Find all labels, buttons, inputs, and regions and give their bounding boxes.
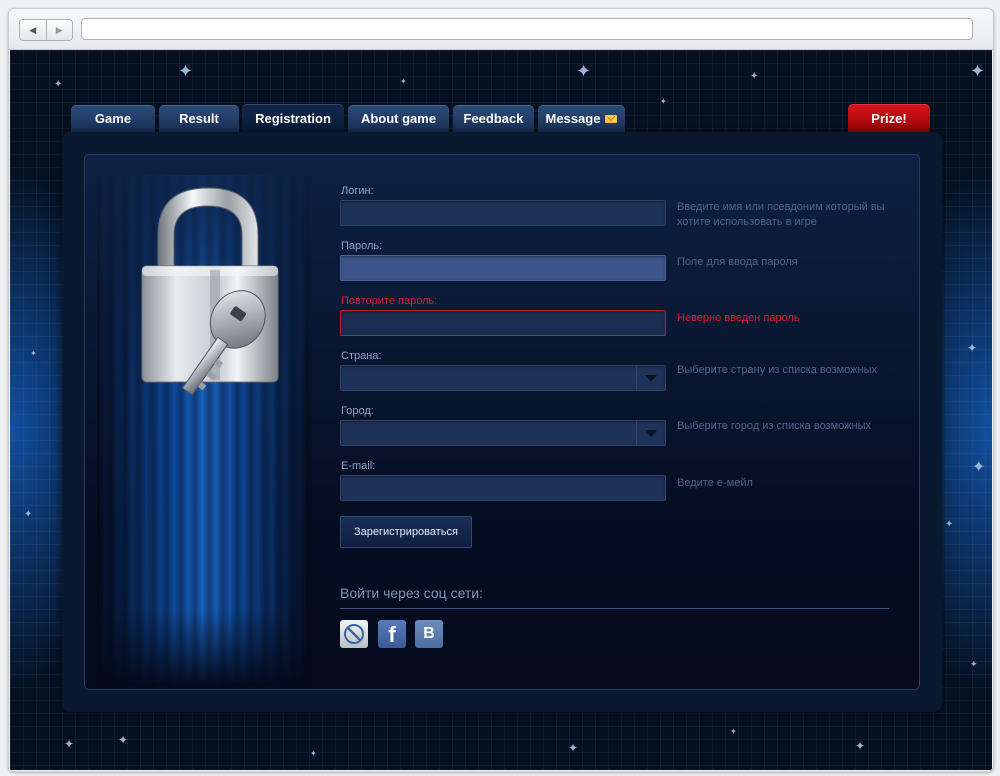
padlock-icon (141, 187, 279, 396)
email-label: E-mail: (341, 460, 376, 472)
facebook-glyph: f (388, 622, 396, 647)
facebook-icon[interactable]: f (378, 620, 406, 648)
password-hint: Поле для ввода пароля (677, 256, 798, 268)
star-icon: ✦ (118, 733, 129, 747)
star-icon: ✦ (855, 739, 866, 753)
country-select[interactable] (340, 365, 666, 391)
login-field[interactable] (340, 200, 666, 226)
browser-toolbar: ◀ ▶ (9, 9, 993, 50)
star-icon: ✦ (970, 659, 978, 669)
livejournal-pencil-icon (344, 624, 364, 644)
tab-feedback[interactable]: Feedback (453, 105, 534, 132)
tab-registration[interactable]: Registration (242, 104, 344, 132)
register-button[interactable]: Зарегистрироваться (340, 516, 472, 548)
mail-icon (605, 114, 618, 123)
tab-prize[interactable]: Prize! (848, 104, 930, 132)
star-icon: ✦ (30, 349, 37, 358)
star-icon: ✦ (972, 459, 986, 476)
livejournal-icon[interactable] (340, 620, 368, 648)
star-icon: ✦ (568, 741, 579, 755)
tab-game[interactable]: Game (71, 105, 155, 132)
password-repeat-label: Повторите пароль: (341, 295, 438, 307)
registration-panel: Логин: Введите имя или псевдоним который… (62, 132, 942, 712)
star-icon: ✦ (660, 97, 667, 106)
back-arrow-icon[interactable]: ◀ (20, 20, 46, 40)
city-select[interactable] (340, 420, 666, 446)
vkontakte-icon[interactable]: B (415, 620, 443, 648)
divider (340, 608, 889, 609)
tab-about-game[interactable]: About game (348, 105, 449, 132)
login-hint: Введите имя или псевдоним который вы хот… (677, 201, 885, 228)
vkontakte-glyph: B (423, 625, 435, 642)
star-icon: ✦ (730, 727, 737, 736)
star-icon: ✦ (970, 61, 986, 81)
chevron-down-icon[interactable] (636, 421, 665, 445)
password-repeat-error: Неверно введен пароль (677, 312, 800, 324)
tab-message-label: Message (545, 111, 601, 126)
star-icon: ✦ (24, 509, 33, 520)
star-icon: ✦ (945, 519, 954, 530)
navigation-buttons: ◀ ▶ (19, 19, 73, 41)
password-repeat-field[interactable] (340, 310, 666, 336)
star-icon: ✦ (400, 77, 407, 86)
city-label: Город: (341, 405, 374, 417)
star-icon: ✦ (576, 61, 592, 81)
forward-arrow-icon[interactable]: ▶ (45, 20, 73, 40)
star-icon: ✦ (178, 61, 194, 81)
login-label: Логин: (341, 185, 374, 197)
star-icon: ✦ (310, 749, 317, 758)
social-login-title: Войти через соц сети: (340, 585, 484, 601)
address-bar[interactable] (81, 18, 973, 40)
country-label: Страна: (341, 350, 382, 362)
email-hint: Ведите е-мейл (677, 477, 753, 489)
chevron-down-icon[interactable] (636, 366, 665, 390)
country-hint: Выберите страну из списка возможных (677, 364, 878, 376)
star-icon: ✦ (64, 737, 75, 751)
star-icon: ✦ (967, 341, 978, 355)
password-label: Пароль: (341, 240, 383, 252)
password-field[interactable] (340, 255, 666, 281)
star-icon: ✦ (54, 79, 63, 90)
registration-form-container: Логин: Введите имя или псевдоним который… (84, 154, 920, 690)
city-hint: Выберите город из списка возможных (677, 420, 871, 432)
email-field[interactable] (340, 475, 666, 501)
browser-window: ◀ ▶ ✦ ✦ ✦ ✦ ✦ ✦ ✦ ✦ ✦ ✦ ✦ ✦ ✦ ✦ ✦ ✦ ✦ ✦ … (8, 8, 994, 772)
star-icon: ✦ (750, 71, 759, 82)
game-page: ✦ ✦ ✦ ✦ ✦ ✦ ✦ ✦ ✦ ✦ ✦ ✦ ✦ ✦ ✦ ✦ ✦ ✦ ✦ Ga… (10, 50, 992, 770)
tab-message[interactable]: Message (538, 105, 625, 132)
tab-result[interactable]: Result (159, 105, 239, 132)
